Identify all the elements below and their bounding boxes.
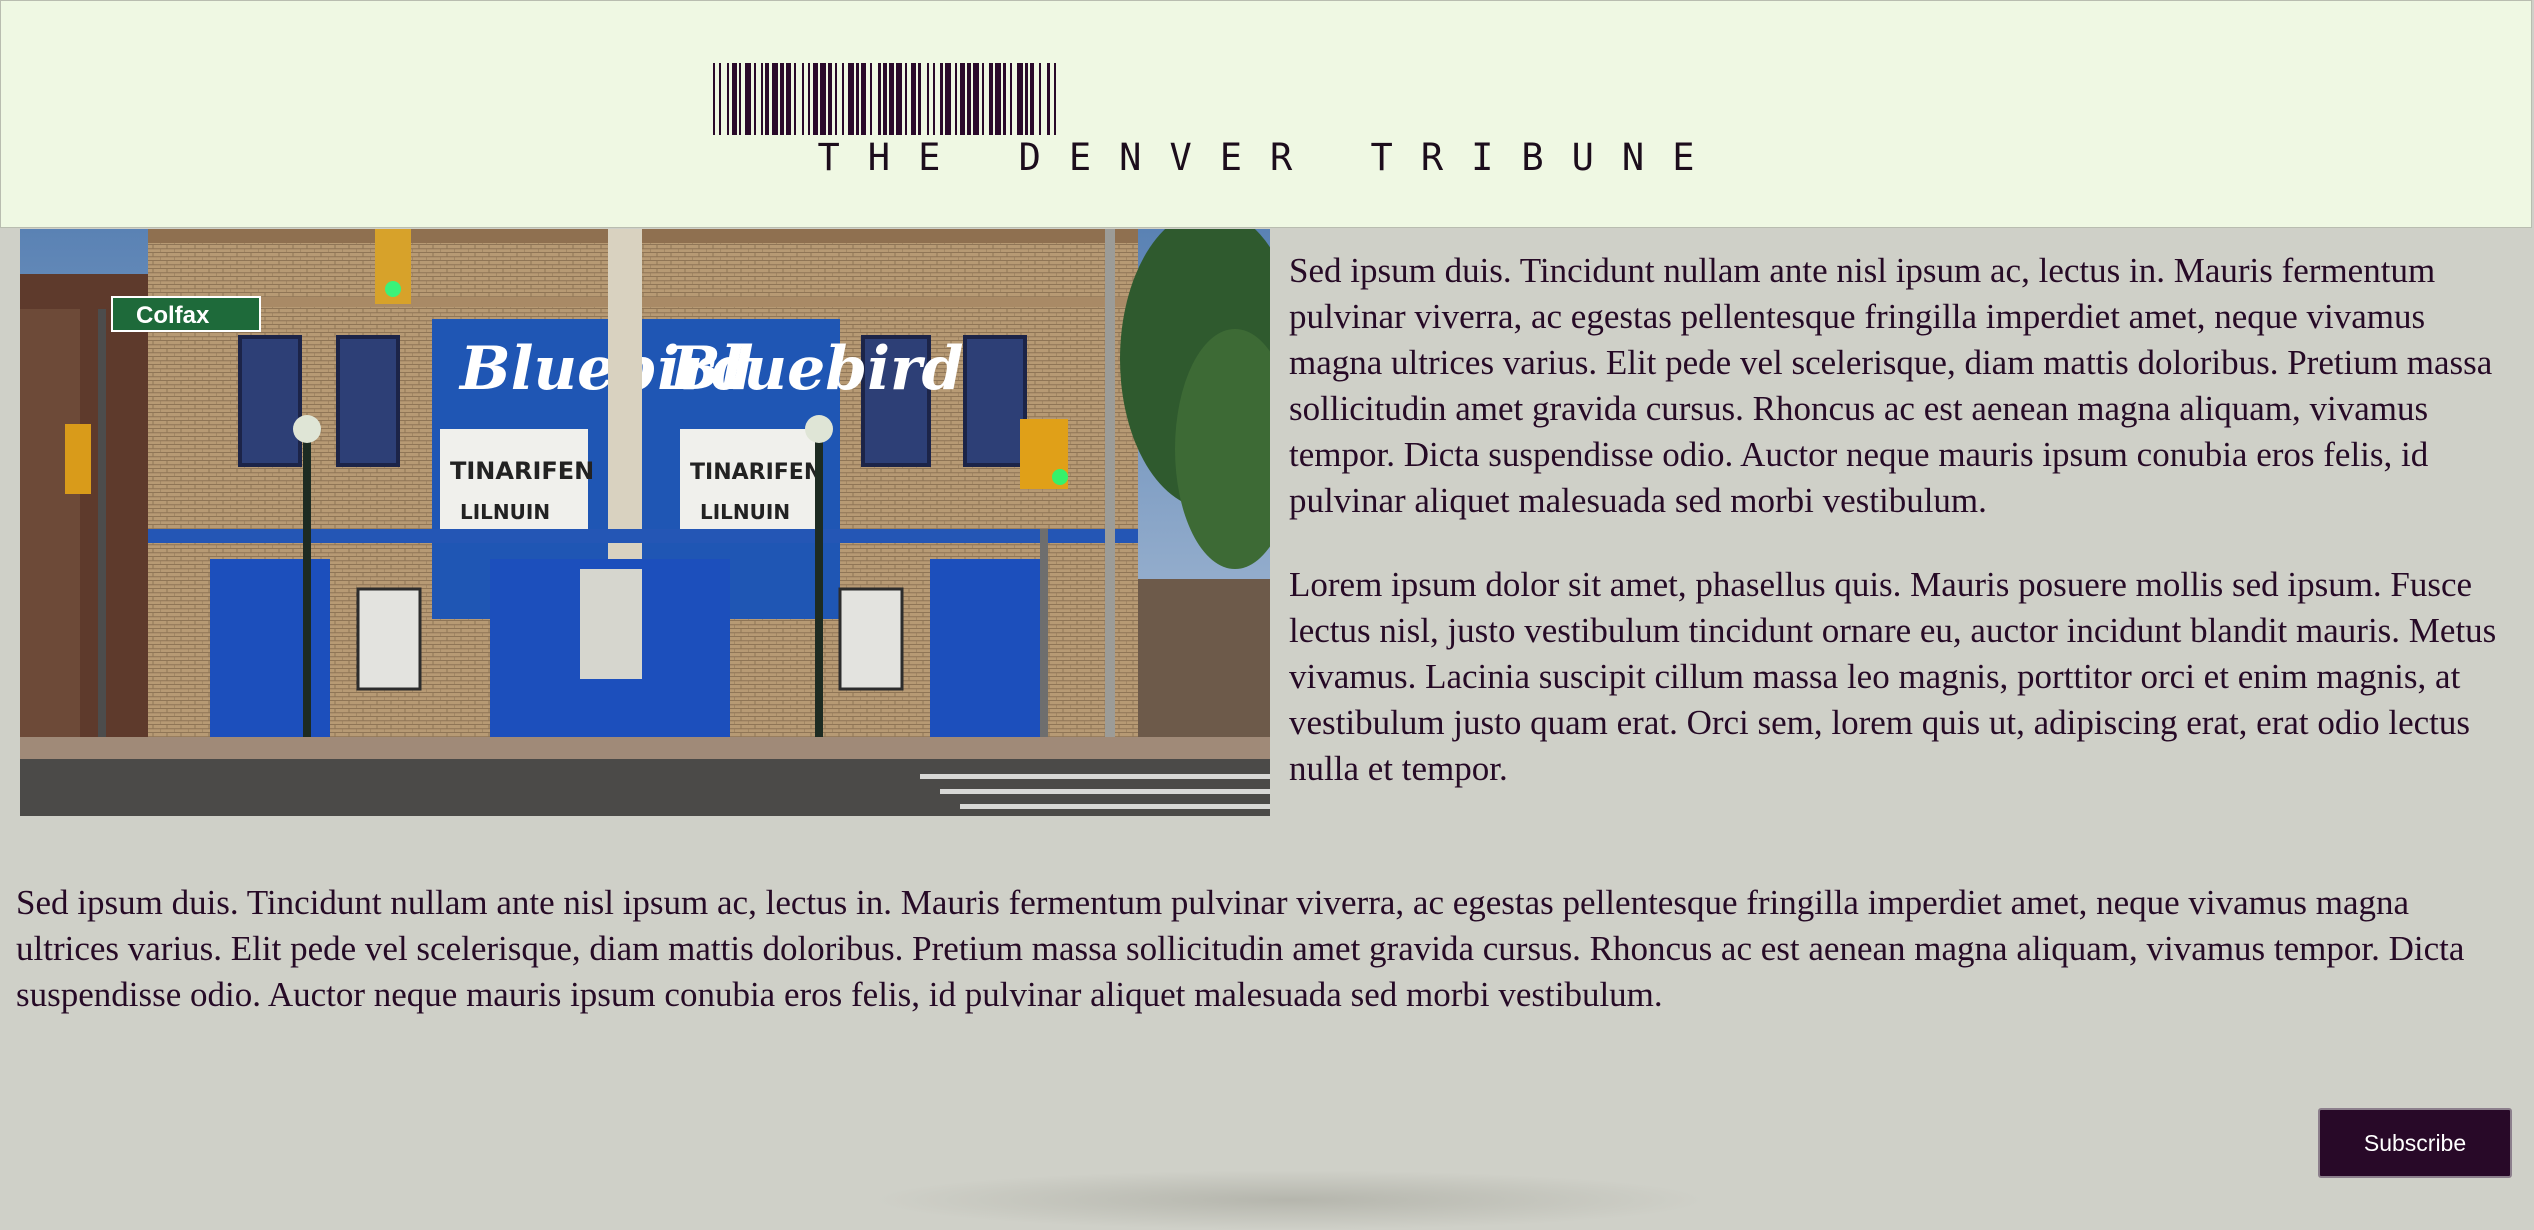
article-full-width-paragraph: Sed ipsum duis. Tincidunt nullam ante ni… bbox=[16, 883, 2465, 1014]
barcode-bar bbox=[856, 63, 859, 135]
barcode-bar bbox=[765, 63, 769, 135]
article-paragraph: Lorem ipsum dolor sit amet, phasellus qu… bbox=[1289, 565, 2497, 788]
barcode-bar bbox=[713, 63, 715, 135]
barcode-bar bbox=[780, 63, 784, 135]
barcode-bar bbox=[739, 63, 741, 135]
barcode-bar bbox=[967, 63, 971, 135]
barcode-bar bbox=[828, 63, 832, 135]
barcode-bar bbox=[945, 63, 951, 135]
barcode-bar bbox=[1025, 63, 1028, 135]
article-paragraph: Sed ipsum duis. Tincidunt nullam ante ni… bbox=[1289, 251, 2493, 520]
barcode-bar bbox=[1003, 63, 1006, 135]
barcode-bar bbox=[732, 63, 737, 135]
barcode-bar bbox=[1054, 63, 1056, 135]
barcode-logo bbox=[713, 63, 1056, 135]
article-side-column: Sed ipsum duis. Tincidunt nullam ante ni… bbox=[1289, 248, 2509, 830]
barcode-bar bbox=[848, 63, 854, 135]
barcode-bar bbox=[794, 63, 796, 135]
barcode-bar bbox=[878, 63, 881, 135]
marquee-line: LILNUIN bbox=[700, 500, 790, 524]
barcode-bar bbox=[772, 63, 778, 135]
barcode-bar bbox=[933, 63, 935, 135]
barcode-bar bbox=[820, 63, 826, 135]
barcode-bar bbox=[1039, 63, 1041, 135]
barcode-bar bbox=[870, 63, 872, 135]
barcode-bar bbox=[918, 63, 921, 135]
barcode-bar bbox=[940, 63, 943, 135]
barcode-bar bbox=[1030, 63, 1034, 135]
barcode-bar bbox=[754, 63, 756, 135]
barcode-bar bbox=[1047, 63, 1050, 135]
barcode-bar bbox=[1010, 63, 1012, 135]
barcode-bar bbox=[960, 63, 965, 135]
barcode-bar bbox=[896, 63, 902, 135]
barcode-bar bbox=[995, 63, 1001, 135]
marquee-line: TINARIFEN bbox=[450, 457, 594, 485]
barcode-bar bbox=[982, 63, 984, 135]
marquee-line: TINARIFEN bbox=[690, 460, 822, 485]
barcode-bar bbox=[842, 63, 844, 135]
marquee-sign-right: Bluebird bbox=[668, 334, 964, 404]
barcode-bar bbox=[719, 63, 721, 135]
barcode-bar bbox=[889, 63, 894, 135]
barcode-bar bbox=[786, 63, 791, 135]
subscribe-button[interactable]: Subscribe bbox=[2318, 1108, 2512, 1178]
street-sign: Colfax bbox=[136, 302, 210, 329]
barcode-bar bbox=[955, 63, 957, 135]
barcode-bar bbox=[989, 63, 993, 135]
barcode-bar bbox=[813, 63, 818, 135]
barcode-bar bbox=[761, 63, 763, 135]
barcode-bar bbox=[745, 63, 751, 135]
barcode-bar bbox=[973, 63, 979, 135]
masthead: THE DENVER TRIBUNE bbox=[0, 0, 2532, 228]
theater-building-image: Bluebird Bluebird TINARIFEN TINARIFEN LI… bbox=[20, 229, 1270, 816]
barcode-bar bbox=[727, 63, 729, 135]
decorative-shadow bbox=[870, 1170, 1710, 1230]
marquee-line: LILNUIN bbox=[460, 500, 550, 524]
barcode-bar bbox=[808, 63, 810, 135]
barcode-bar bbox=[911, 63, 916, 135]
site-title: THE DENVER TRIBUNE bbox=[817, 136, 1723, 179]
barcode-bar bbox=[905, 63, 907, 135]
barcode-bar bbox=[883, 63, 887, 135]
barcode-bar bbox=[927, 63, 929, 135]
barcode-bar bbox=[1017, 63, 1023, 135]
barcode-bar bbox=[861, 63, 866, 135]
barcode-bar bbox=[802, 63, 804, 135]
barcode-bar bbox=[835, 63, 837, 135]
